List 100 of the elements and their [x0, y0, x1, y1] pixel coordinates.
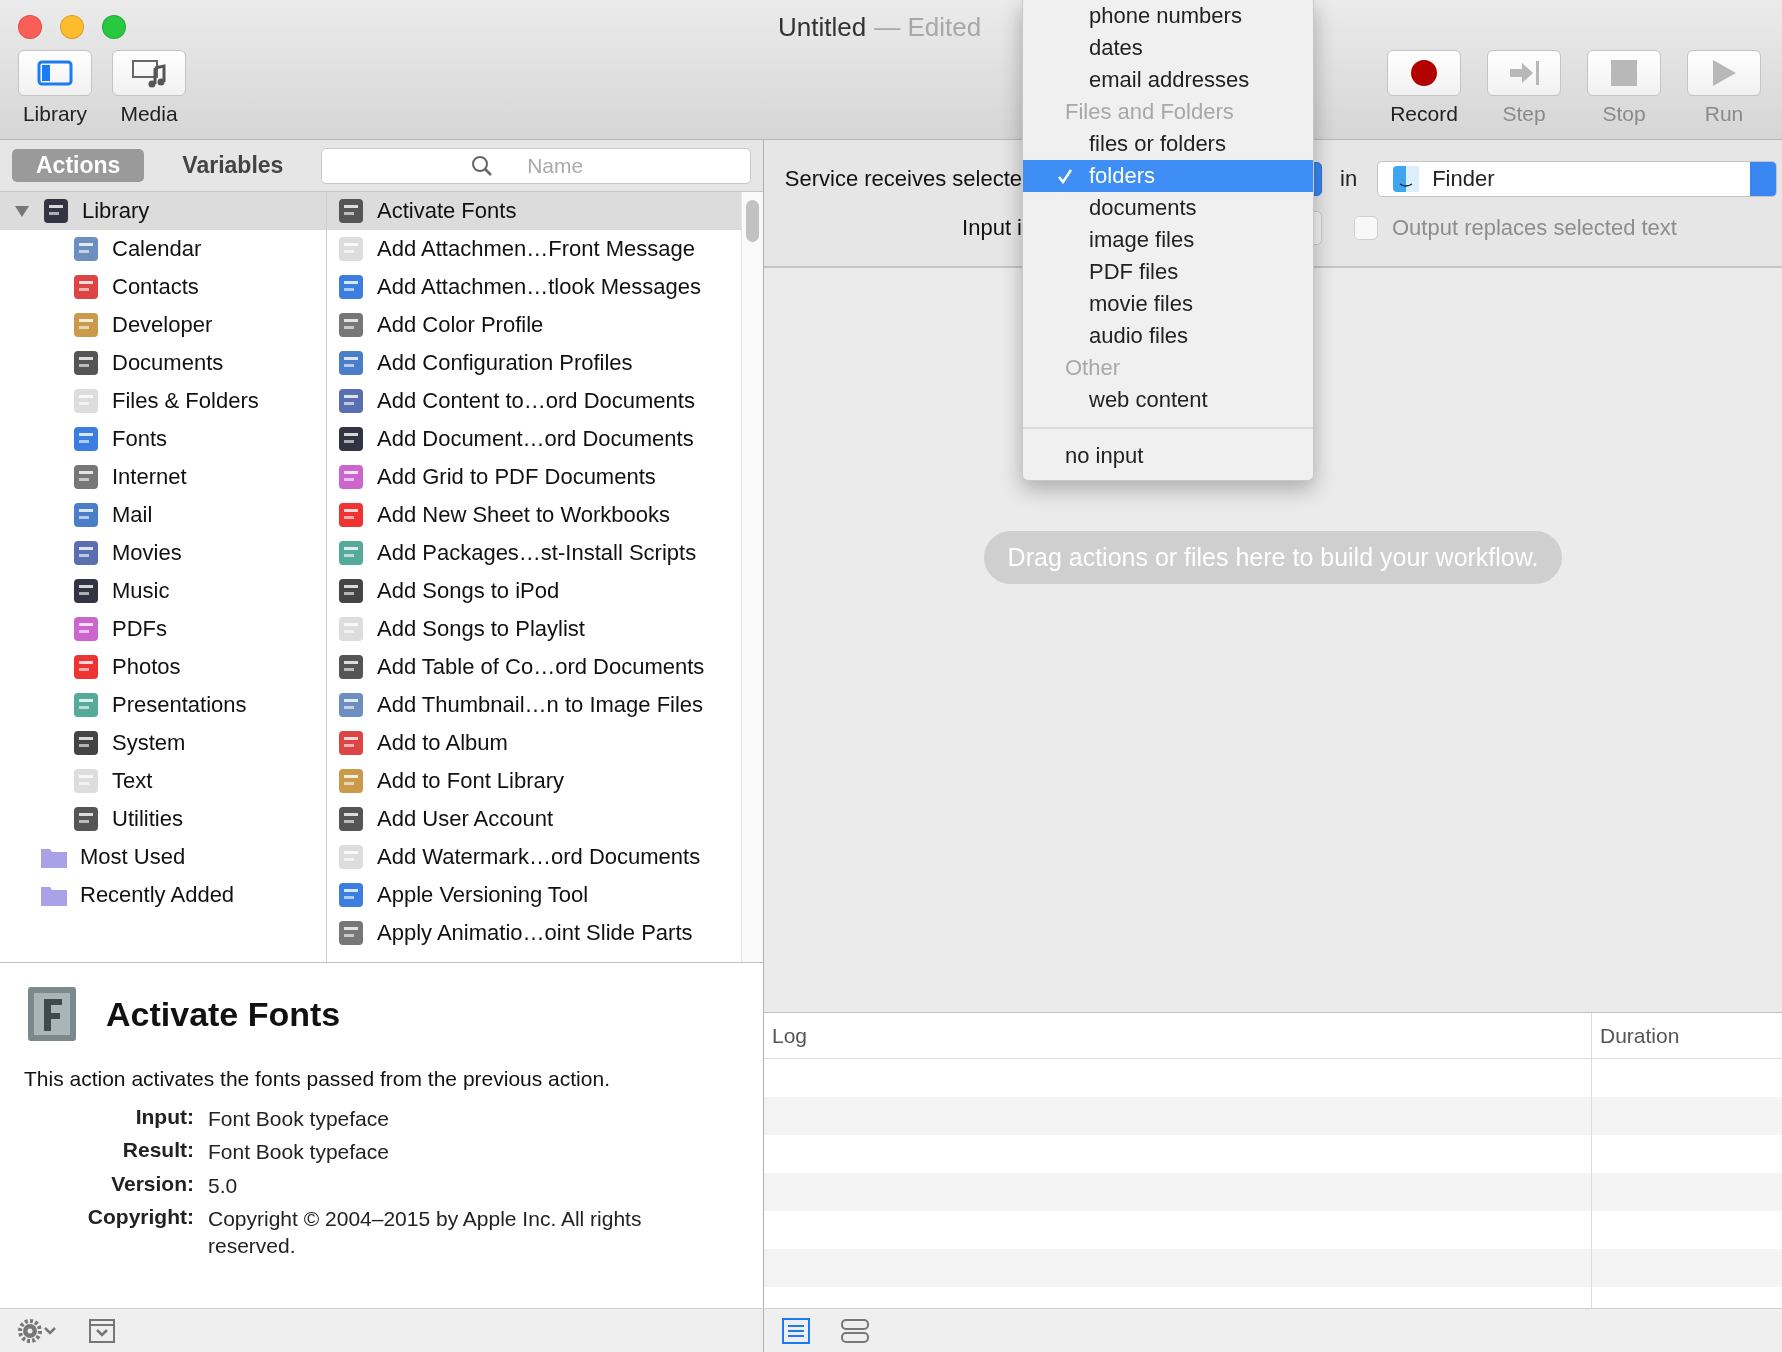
checkmark-icon — [1057, 168, 1073, 184]
step-icon — [1507, 59, 1541, 87]
action-item[interactable]: Activate Fonts — [327, 192, 741, 230]
service-receives-label: Service receives selecte — [783, 166, 1022, 192]
action-icon — [337, 273, 365, 301]
record-icon — [1409, 58, 1439, 88]
action-item[interactable]: Add Songs to Playlist — [327, 610, 741, 648]
library-item[interactable]: Calendar — [0, 230, 326, 268]
action-icon — [337, 919, 365, 947]
scrollbar-thumb[interactable] — [746, 200, 759, 242]
action-title: Activate Fonts — [106, 994, 341, 1034]
action-item[interactable]: Add Content to…ord Documents — [327, 382, 741, 420]
action-icon — [337, 881, 365, 909]
category-icon — [72, 311, 100, 339]
menu-item[interactable]: email addresses — [1023, 64, 1313, 96]
run-icon — [1710, 58, 1738, 88]
library-item[interactable]: Mail — [0, 496, 326, 534]
disclosure-triangle-icon[interactable] — [14, 203, 30, 219]
library-item[interactable]: Developer — [0, 306, 326, 344]
category-icon — [72, 805, 100, 833]
category-icon — [72, 501, 100, 529]
action-item[interactable]: Add to Font Library — [327, 762, 741, 800]
field-label: Result: — [121, 1138, 194, 1164]
window-title: Untitled — [778, 11, 867, 43]
action-item[interactable]: Add Songs to iPod — [327, 572, 741, 610]
menu-item[interactable]: image files — [1023, 224, 1313, 256]
category-icon — [72, 577, 100, 605]
action-item[interactable]: Add Thumbnail…n to Image Files — [327, 686, 741, 724]
action-icon — [337, 653, 365, 681]
action-item[interactable]: Add User Account — [327, 800, 741, 838]
library-item[interactable]: PDFs — [0, 610, 326, 648]
finder-icon — [1392, 165, 1421, 193]
action-item[interactable]: Add Attachmen…tlook Messages — [327, 268, 741, 306]
menu-item[interactable]: web content — [1023, 384, 1313, 416]
action-item[interactable]: Add to Album — [327, 724, 741, 762]
action-item[interactable]: Add Grid to PDF Documents — [327, 458, 741, 496]
action-icon — [337, 729, 365, 757]
action-menu-button[interactable] — [18, 1318, 58, 1343]
library-item[interactable]: Internet — [0, 458, 326, 496]
action-icon — [337, 577, 365, 605]
close-button[interactable] — [18, 15, 42, 39]
field-label: Copyright: — [86, 1204, 194, 1230]
category-icon — [72, 767, 100, 795]
library-item[interactable]: Most Used — [0, 838, 326, 876]
checkbox-label: Output replaces selected text — [1392, 215, 1677, 241]
library-item[interactable]: Movies — [0, 534, 326, 572]
menu-item[interactable]: no input — [1023, 440, 1313, 472]
action-item[interactable]: Add Watermark…ord Documents — [327, 838, 741, 876]
menu-item[interactable]: dates — [1023, 32, 1313, 64]
column-header[interactable]: Duration — [1592, 1013, 1782, 1058]
search-icon — [471, 154, 494, 177]
action-item[interactable]: Add New Sheet to Workbooks — [327, 496, 741, 534]
action-item[interactable]: Add Configuration Profiles — [327, 344, 741, 382]
library-item[interactable]: Contacts — [0, 268, 326, 306]
library-item[interactable]: Presentations — [0, 686, 326, 724]
action-item[interactable]: Add Table of Co…ord Documents — [327, 648, 741, 686]
action-icon — [337, 501, 365, 529]
action-icon — [337, 387, 365, 415]
library-item[interactable]: Documents — [0, 344, 326, 382]
library-item[interactable]: Fonts — [0, 420, 326, 458]
application-popup[interactable]: Finder — [1377, 161, 1778, 197]
action-icon — [337, 235, 365, 263]
library-item[interactable]: Photos — [0, 648, 326, 686]
collapse-button[interactable] — [88, 1317, 116, 1344]
column-header[interactable]: Log — [764, 1013, 1592, 1058]
action-icon — [337, 463, 365, 491]
menu-item[interactable]: movie files — [1023, 288, 1313, 320]
library-item[interactable]: Recently Added — [0, 876, 326, 914]
library-item[interactable]: System — [0, 724, 326, 762]
menu-item[interactable]: phone numbers — [1023, 0, 1313, 32]
category-icon — [72, 235, 100, 263]
action-item[interactable]: Apple Versioning Tool — [327, 876, 741, 914]
media-icon — [131, 58, 167, 88]
category-icon — [72, 691, 100, 719]
zoom-button[interactable] — [102, 15, 126, 39]
menu-item[interactable]: PDF files — [1023, 256, 1313, 288]
menu-item[interactable]: audio files — [1023, 320, 1313, 352]
action-item[interactable]: Add Color Profile — [327, 306, 741, 344]
field-value: Font Book typeface — [208, 1139, 390, 1166]
menu-item[interactable]: documents — [1023, 192, 1313, 224]
field-value: Font Book typeface — [208, 1106, 390, 1132]
category-icon — [72, 729, 100, 757]
library-item[interactable]: Utilities — [0, 800, 326, 838]
action-item[interactable]: Add Attachmen…Front Message — [327, 230, 741, 268]
minimize-button[interactable] — [60, 15, 84, 39]
tab[interactable]: Variables — [158, 149, 308, 182]
action-item[interactable]: Add Packages…st-Install Scripts — [327, 534, 741, 572]
library-item[interactable]: Files & Folders — [0, 382, 326, 420]
list-view-button[interactable] — [782, 1317, 810, 1344]
category-icon — [72, 349, 100, 377]
action-item[interactable]: Apply Animatio…oint Slide Parts — [327, 914, 741, 952]
action-item[interactable]: Add Document…ord Documents — [327, 420, 741, 458]
input-label: Input i — [961, 215, 1022, 241]
action-icon — [337, 805, 365, 833]
menu-item[interactable]: files or folders — [1023, 128, 1313, 160]
library-item[interactable]: Music — [0, 572, 326, 610]
split-view-button[interactable] — [840, 1317, 870, 1344]
library-item[interactable]: Library — [0, 192, 326, 230]
search-field[interactable]: Name — [321, 147, 751, 184]
library-item[interactable]: Text — [0, 762, 326, 800]
